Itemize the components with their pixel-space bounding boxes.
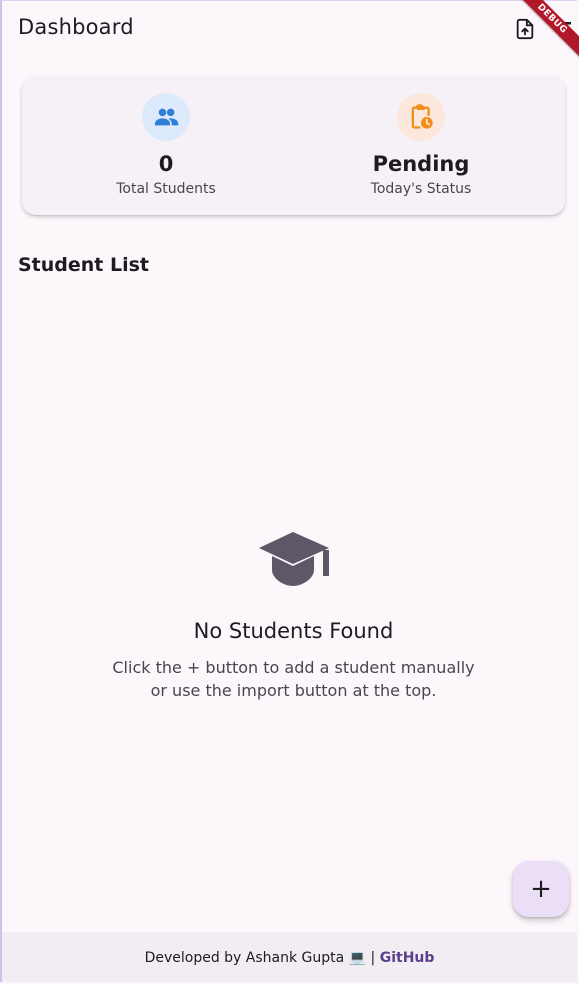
summary-card: 0 Total Students Pending Today's Status xyxy=(22,76,565,215)
today-status-label: Today's Status xyxy=(370,181,472,197)
student-list-heading: Student List xyxy=(18,254,150,276)
today-status-value: Pending xyxy=(372,152,470,176)
people-icon xyxy=(142,93,190,141)
total-students-value: 0 xyxy=(158,152,174,176)
empty-state-line-2: or use the import button at the top. xyxy=(150,681,437,700)
github-link[interactable]: GitHub xyxy=(380,950,435,966)
file-upload-icon xyxy=(516,18,534,40)
app-bar: Dashboard DEBUG xyxy=(0,0,579,63)
plus-icon: + xyxy=(530,874,552,904)
add-student-button[interactable]: + xyxy=(513,861,569,917)
total-students-label: Total Students xyxy=(116,181,216,197)
empty-state-line-1: Click the + button to add a student manu… xyxy=(112,658,475,677)
graduation-cap-icon xyxy=(259,532,329,586)
footer-credit-text: Developed by Ashank Gupta 💻 | xyxy=(144,950,380,966)
clipboard-clock-icon xyxy=(397,93,445,141)
page-title: Dashboard xyxy=(18,15,134,39)
today-status-stat: Pending Today's Status xyxy=(321,76,521,215)
import-button[interactable] xyxy=(511,15,539,43)
footer: Developed by Ashank Gupta 💻 | GitHub xyxy=(2,932,577,982)
empty-state-title: No Students Found xyxy=(193,619,394,643)
empty-state-description: Click the + button to add a student manu… xyxy=(0,656,579,702)
total-students-stat: 0 Total Students xyxy=(66,76,266,215)
